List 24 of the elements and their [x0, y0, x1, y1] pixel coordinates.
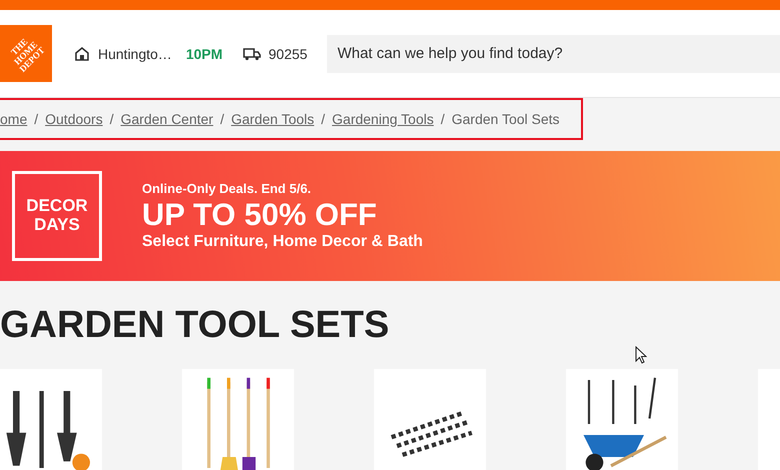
page-title: GARDEN TOOL SETS — [0, 305, 390, 347]
breadcrumb-separator: / — [110, 111, 114, 127]
decor-days-badge: DECOR DAYS — [12, 171, 102, 261]
breadcrumb-separator: / — [220, 111, 224, 127]
breadcrumb-separator: / — [321, 111, 326, 127]
store-icon — [74, 46, 90, 62]
breadcrumb-link[interactable]: Outdoors — [45, 111, 103, 127]
breadcrumb-link[interactable]: Garden Center — [120, 111, 214, 127]
store-hours: 10PM — [186, 46, 223, 62]
breadcrumb-link[interactable]: Garden Tools — [231, 111, 314, 127]
banner-headline: UP TO 50% OFF — [142, 196, 378, 234]
promo-banner[interactable]: DECOR DAYS Online-Only Deals. End 5/6. UP TO 50% OFF Select Furniture, Home Decor & Bath — [0, 151, 780, 281]
store-name[interactable]: Huntingto… — [98, 46, 172, 62]
delivery-zip[interactable]: 90255 — [268, 46, 308, 62]
banner-eyebrow: Online-Only Deals. End 5/6. — [142, 180, 312, 196]
breadcrumb-separator: / — [34, 111, 38, 127]
banner-subline: Select Furniture, Home Decor & Bath — [142, 233, 423, 252]
breadcrumb-link[interactable]: Gardening Tools — [332, 111, 434, 127]
truck-icon — [242, 46, 261, 60]
mouse-cursor-icon — [635, 346, 647, 364]
breadcrumb-link[interactable]: ome — [0, 111, 28, 127]
breadcrumb-current: Garden Tool Sets — [452, 111, 560, 127]
breadcrumb-separator: / — [440, 111, 445, 127]
search-field[interactable]: What can we help you find today? — [327, 34, 780, 72]
